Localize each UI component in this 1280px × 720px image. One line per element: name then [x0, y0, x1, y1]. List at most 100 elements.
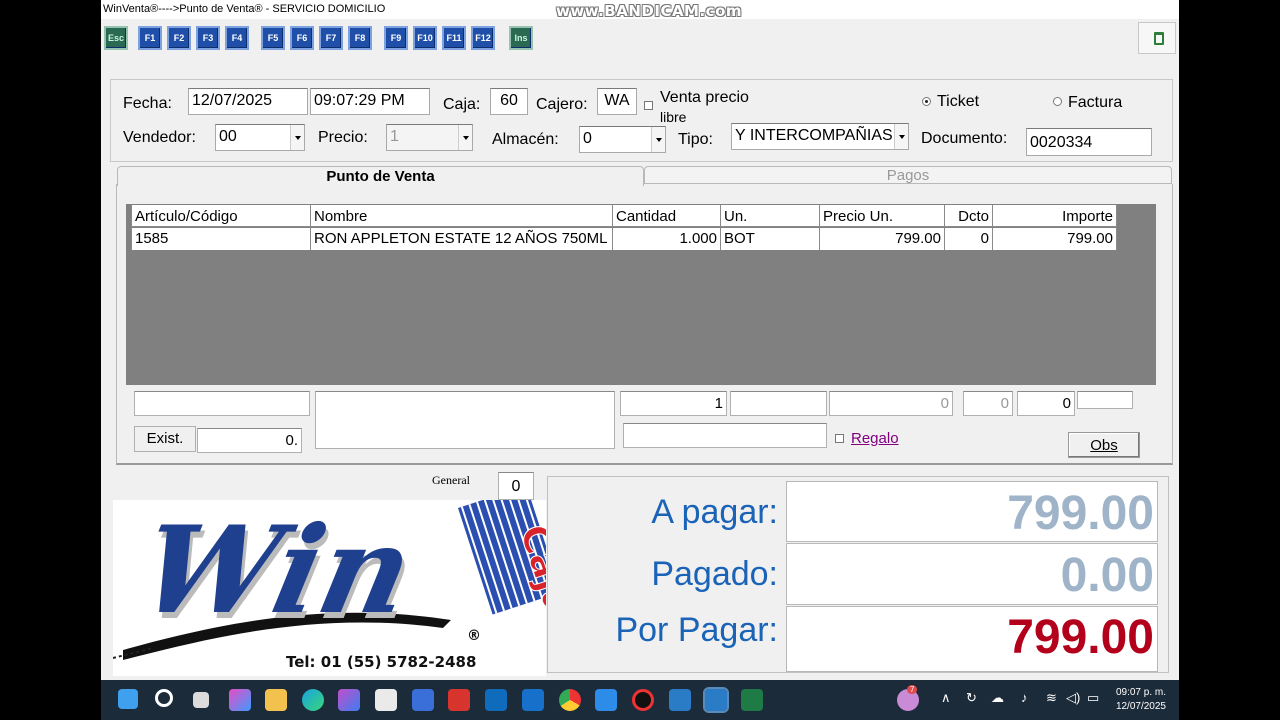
esc-key-button[interactable]: Esc	[104, 26, 128, 50]
tab-pagos[interactable]: Pagos	[644, 166, 1172, 184]
wifi-icon[interactable]: ≋	[1046, 690, 1057, 706]
clock-date: 12/07/2025	[1115, 701, 1166, 712]
clock[interactable]: 09:07 p. m. 12/07/2025	[1116, 686, 1166, 714]
fecha-field[interactable]: 12/07/2025	[188, 88, 308, 115]
chevron-down-icon[interactable]	[894, 124, 908, 149]
copilot-icon[interactable]	[229, 689, 251, 711]
chevron-down-icon[interactable]	[290, 125, 304, 150]
file-explorer-icon[interactable]	[265, 689, 287, 711]
f3-key-button[interactable]: F3	[196, 26, 220, 50]
column-header-precio[interactable]: Precio Un.	[820, 205, 945, 227]
table-row-precio[interactable]: 799.00	[820, 228, 945, 250]
tipo-value: Y INTERCOMPAÑIAS	[735, 127, 893, 144]
column-header-importe[interactable]: Importe	[993, 205, 1117, 227]
cajero-field[interactable]: WA	[597, 88, 637, 115]
factura-label: Factura	[1068, 94, 1123, 111]
outlook-icon[interactable]	[485, 689, 507, 711]
excel-icon[interactable]	[741, 689, 763, 711]
almacen-value: 0	[583, 130, 592, 147]
f7-key-button[interactable]: F7	[319, 26, 343, 50]
volume-icon[interactable]: ◁)	[1066, 690, 1080, 706]
ins-key-button[interactable]: Ins	[509, 26, 533, 50]
winventa-active-icon[interactable]	[703, 687, 729, 713]
remote-icon[interactable]	[412, 689, 434, 711]
outlook-new-icon[interactable]	[522, 689, 544, 711]
unidad-input[interactable]	[730, 391, 827, 416]
tipo-select[interactable]: Y INTERCOMPAÑIAS	[731, 123, 909, 150]
table-row-dcto[interactable]: 0	[945, 228, 993, 250]
general-value: 0	[498, 472, 534, 500]
items-grid[interactable]: Artículo/Código Nombre Cantidad Un. Prec…	[126, 204, 1156, 385]
task-view-icon[interactable]	[193, 692, 209, 708]
f10-key-button[interactable]: F10	[413, 26, 437, 50]
almacen-select[interactable]: 0	[579, 126, 666, 153]
logo-phone: Tel: 01 (55) 5782-2488	[286, 653, 476, 671]
f11-key-button[interactable]: F11	[442, 26, 466, 50]
registered-mark: ®	[467, 628, 481, 644]
cloud-icon[interactable]: ☁	[991, 690, 1004, 706]
table-row-un[interactable]: BOT	[721, 228, 820, 250]
table-row-importe[interactable]: 799.00	[993, 228, 1117, 250]
regalo-checkbox[interactable]	[835, 434, 844, 443]
articulo-input[interactable]	[134, 391, 310, 416]
f6-key-button[interactable]: F6	[290, 26, 314, 50]
caja-field[interactable]: 60	[490, 88, 528, 115]
documento-field[interactable]: 0020334	[1026, 128, 1152, 156]
venta-precio-libre-checkbox[interactable]	[644, 101, 653, 110]
start-menu-tiles-icon[interactable]	[595, 689, 617, 711]
edge-icon[interactable]	[302, 689, 324, 711]
column-header-dcto[interactable]: Dcto	[945, 205, 993, 227]
anydesk-icon[interactable]	[448, 689, 470, 711]
microphone-icon[interactable]: ♪	[1021, 690, 1028, 705]
store-icon[interactable]	[375, 689, 397, 711]
chrome-icon[interactable]	[559, 689, 581, 711]
wincaja-logo: Win Win Caja ® Tel: 01 (55) 5782-2488	[112, 485, 582, 676]
f12-key-button[interactable]: F12	[471, 26, 495, 50]
a-pagar-label: A pagar:	[651, 493, 778, 531]
wincaja-logo-graphic: Win Win Caja ® Tel: 01 (55) 5782-2488	[112, 485, 582, 671]
tab-punto-de-venta[interactable]: Punto de Venta	[117, 166, 644, 186]
f2-key-button[interactable]: F2	[167, 26, 191, 50]
f1-key-button[interactable]: F1	[138, 26, 162, 50]
vendedor-select[interactable]: 00	[215, 124, 305, 151]
f4-key-button[interactable]: F4	[225, 26, 249, 50]
f9-key-button[interactable]: F9	[384, 26, 408, 50]
fecha-label: Fecha:	[123, 95, 172, 112]
extra-input[interactable]	[1077, 391, 1133, 409]
factura-radio[interactable]	[1053, 97, 1062, 106]
hora-field[interactable]: 09:07:29 PM	[310, 88, 430, 115]
winventa-app-icon[interactable]	[669, 689, 691, 711]
column-header-nombre[interactable]: Nombre	[311, 205, 613, 227]
f5-key-button[interactable]: F5	[261, 26, 285, 50]
importe-input[interactable]: 0	[1017, 391, 1075, 416]
table-row-nombre[interactable]: RON APPLETON ESTATE 12 AÑOS 750ML	[311, 228, 613, 250]
column-header-articulo[interactable]: Artículo/Código	[131, 205, 311, 227]
chevron-up-icon[interactable]: ∧	[941, 690, 951, 706]
obs-button[interactable]: Obs	[1068, 432, 1140, 458]
f8-key-button[interactable]: F8	[348, 26, 372, 50]
table-row-cantidad[interactable]: 1.000	[613, 228, 721, 250]
regalo-label[interactable]: Regalo	[851, 430, 899, 447]
battery-icon[interactable]: ▭	[1087, 690, 1099, 706]
column-header-un[interactable]: Un.	[721, 205, 820, 227]
exist-button[interactable]: Exist.	[134, 426, 196, 452]
m365-icon[interactable]	[338, 689, 360, 711]
delete-button[interactable]	[1138, 22, 1176, 54]
ticket-radio[interactable]	[922, 97, 931, 106]
clock-time: 09:07 p. m.	[1115, 687, 1166, 698]
comentario-input[interactable]	[623, 423, 827, 448]
record-icon[interactable]	[632, 689, 654, 711]
dcto-input[interactable]: 0	[963, 391, 1013, 416]
table-row-articulo[interactable]: 1585	[131, 228, 311, 250]
cantidad-input[interactable]: 1	[620, 391, 727, 416]
pagado-label: Pagado:	[651, 555, 778, 593]
nombre-input[interactable]	[315, 391, 615, 449]
chevron-down-icon[interactable]	[651, 127, 665, 152]
precio-input[interactable]: 0	[829, 391, 953, 416]
windows-start-icon[interactable]	[118, 689, 138, 709]
sync-icon[interactable]: ↻	[966, 690, 977, 706]
venta-precio-libre-label: Venta precio	[660, 89, 749, 106]
column-header-cantidad[interactable]: Cantidad	[613, 205, 721, 227]
search-icon[interactable]	[155, 689, 173, 707]
precio-select: 1	[386, 124, 473, 151]
